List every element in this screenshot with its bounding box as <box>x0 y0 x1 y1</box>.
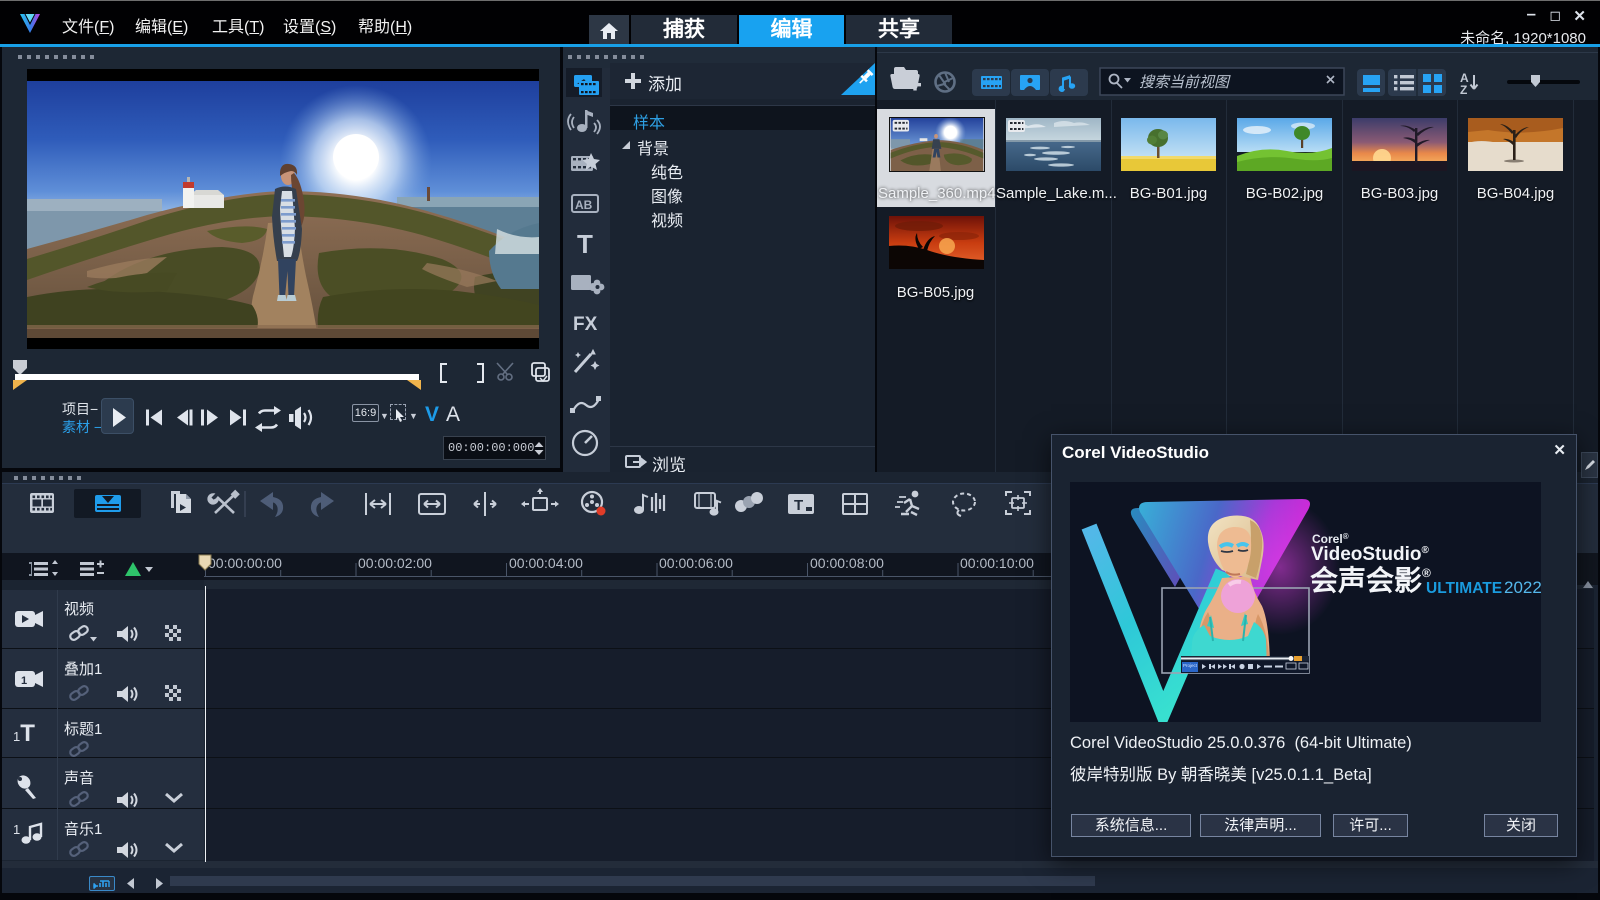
svg-text:00:00:10:00: 00:00:10:00 <box>960 555 1034 571</box>
svg-text:00:00:04:00: 00:00:04:00 <box>509 555 583 571</box>
svg-text:ULTIMATE: ULTIMATE <box>1426 580 1502 597</box>
svg-text:搜索当前视图: 搜索当前视图 <box>1139 74 1231 91</box>
svg-text:00:00:02:00: 00:00:02:00 <box>358 555 432 571</box>
svg-text:00:00:08:00: 00:00:08:00 <box>810 555 884 571</box>
svg-text:1: 1 <box>21 675 27 687</box>
svg-text:T: T <box>794 497 803 514</box>
svg-text:会声会影®: 会声会影® <box>1310 565 1431 596</box>
svg-text:Z: Z <box>1460 83 1467 97</box>
svg-text:2022: 2022 <box>1504 578 1541 597</box>
svg-text:AB: AB <box>575 198 593 212</box>
svg-text:T: T <box>577 229 593 259</box>
svg-text:00:00:00:00: 00:00:00:00 <box>208 555 282 571</box>
svg-text:Project: Project <box>1183 663 1198 668</box>
svg-text:00:00:06:00: 00:00:06:00 <box>659 555 733 571</box>
svg-text:FX: FX <box>573 314 598 335</box>
svg-text:VideoStudio®: VideoStudio® <box>1311 544 1429 565</box>
